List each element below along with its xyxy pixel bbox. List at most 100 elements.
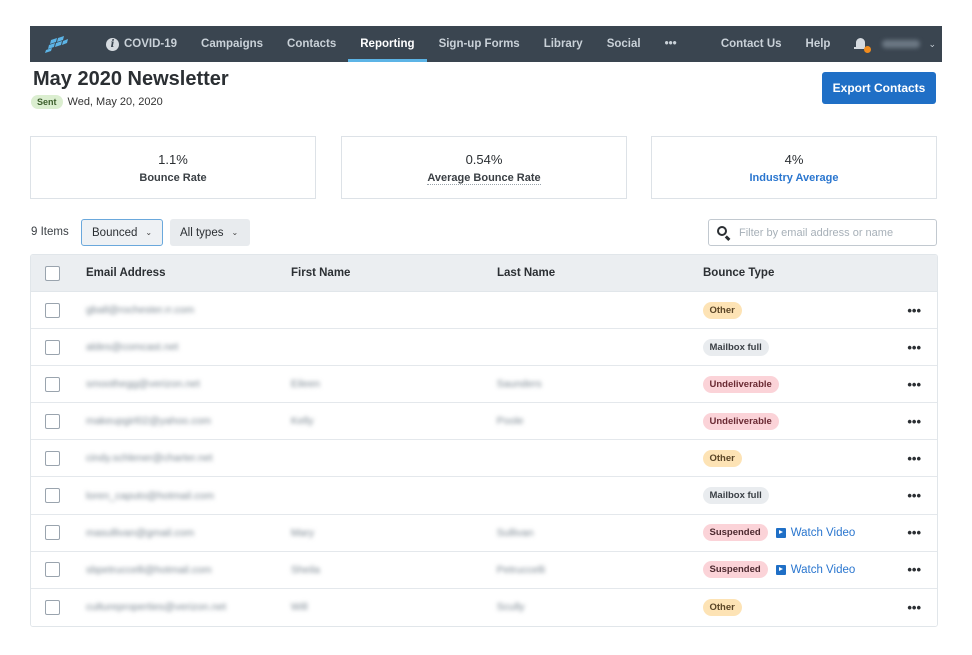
email-address[interactable]: gball@rochester.rr.com: [86, 304, 194, 316]
more-actions-button[interactable]: •••: [907, 600, 937, 615]
email-address[interactable]: cultureproperties@verizon.net: [86, 601, 226, 613]
search-icon: [717, 225, 731, 241]
table-body: gball@rochester.rr.com Other ••• aldes@c…: [31, 292, 937, 626]
help-link[interactable]: Help: [794, 26, 843, 62]
search-input[interactable]: [739, 226, 929, 239]
chevron-down-icon: ⌄: [231, 228, 239, 237]
type-filter-dropdown[interactable]: All types ⌄: [170, 219, 250, 246]
email-address[interactable]: cindy.schlener@charter.net: [86, 452, 213, 464]
last-name: Poole: [496, 415, 524, 428]
more-actions-button[interactable]: •••: [907, 488, 937, 503]
search-box: [708, 219, 937, 246]
more-actions-button[interactable]: •••: [907, 340, 937, 355]
column-header-first-name[interactable]: First Name: [291, 267, 497, 279]
stat-value: 1.1%: [158, 152, 188, 167]
table-row: smoothegg@verizon.net Eileen Saunders Un…: [31, 366, 937, 404]
row-checkbox[interactable]: [45, 413, 60, 429]
row-checkbox[interactable]: [45, 302, 60, 318]
nav-item-signup-forms[interactable]: Sign-up Forms: [427, 26, 532, 62]
watch-video-label: Watch Video: [790, 563, 856, 576]
bounce-type-badge: Mailbox full: [702, 338, 769, 356]
email-address[interactable]: sbpetruccelli@hotmail.com: [86, 564, 212, 576]
export-contacts-button[interactable]: Export Contacts: [822, 72, 936, 104]
status-badge: Sent: [31, 95, 63, 109]
nav-item-social[interactable]: Social: [595, 26, 653, 62]
email-address[interactable]: smoothegg@verizon.net: [86, 378, 200, 390]
stat-label[interactable]: Average Bounce Rate: [342, 172, 626, 185]
stat-card-bounce-rate: 1.1% Bounce Rate: [30, 136, 316, 199]
play-video-icon: [775, 527, 786, 538]
email-address[interactable]: makeupgirl02@yahoo.com: [86, 415, 211, 427]
constant-contact-logo[interactable]: [38, 26, 74, 62]
items-count: 9 Items: [31, 226, 69, 238]
column-header-email[interactable]: Email Address: [86, 267, 291, 279]
table-header: Email Address First Name Last Name Bounc…: [31, 255, 937, 292]
first-name: Will: [290, 601, 308, 614]
nav-item-contacts[interactable]: Contacts: [275, 26, 348, 62]
industry-average-link[interactable]: Industry Average: [652, 172, 936, 184]
play-video-icon: [775, 564, 786, 575]
last-name: Saunders: [496, 378, 542, 391]
more-actions-button[interactable]: •••: [907, 562, 937, 577]
row-checkbox[interactable]: [45, 562, 60, 578]
row-checkbox[interactable]: [45, 376, 60, 392]
row-checkbox[interactable]: [45, 525, 60, 541]
send-date: Wed, May 20, 2020: [67, 96, 163, 108]
row-checkbox[interactable]: [45, 599, 60, 615]
select-all-checkbox[interactable]: [45, 265, 60, 281]
first-name: Eileen: [290, 378, 321, 391]
watch-video-link[interactable]: Watch Video: [775, 526, 856, 539]
stat-label: Bounce Rate: [139, 172, 207, 184]
row-checkbox[interactable]: [45, 339, 60, 355]
bell-icon[interactable]: [854, 36, 872, 53]
email-address[interactable]: loren_caputo@hotmail.com: [86, 490, 214, 502]
email-address[interactable]: masullivan@gmail.com: [86, 527, 194, 539]
last-name: Scully: [496, 601, 525, 614]
campaign-status-row: Sent Wed, May 20, 2020: [31, 95, 163, 109]
stat-card-average-bounce-rate: 0.54% Average Bounce Rate: [341, 136, 627, 199]
bounced-contacts-table: Email Address First Name Last Name Bounc…: [30, 254, 938, 627]
bounce-type-badge: Other: [702, 449, 742, 467]
bounce-type-badge: Suspended: [702, 561, 768, 579]
table-row: cultureproperties@verizon.net Will Scull…: [31, 588, 937, 626]
bounce-type-badge: Other: [702, 301, 742, 319]
nav-item-more[interactable]: •••: [653, 26, 689, 62]
column-header-last-name[interactable]: Last Name: [497, 267, 703, 279]
bounce-type-badge: Suspended: [702, 524, 768, 542]
bounce-type-badge: Other: [702, 598, 742, 616]
bounce-type-badge: Mailbox full: [702, 487, 769, 505]
nav-item-reporting[interactable]: Reporting: [348, 26, 427, 62]
more-actions-button[interactable]: •••: [907, 303, 937, 318]
stat-card-industry-average: 4% Industry Average: [651, 136, 937, 199]
user-name[interactable]: [882, 40, 921, 48]
stat-value: 4%: [784, 152, 804, 167]
table-row: aldes@comcast.net Mailbox full •••: [31, 329, 937, 367]
more-actions-button[interactable]: •••: [907, 414, 937, 429]
row-checkbox[interactable]: [45, 488, 60, 504]
more-actions-button[interactable]: •••: [907, 525, 937, 540]
chevron-down-icon[interactable]: ⌄: [928, 39, 936, 50]
notification-dot: [864, 46, 872, 53]
watch-video-label: Watch Video: [790, 526, 856, 539]
top-nav: i COVID-19 Campaigns Contacts Reporting …: [30, 26, 942, 62]
contact-us-link[interactable]: Contact Us: [709, 26, 794, 62]
table-row: makeupgirl02@yahoo.com Kelly Poole Undel…: [31, 403, 937, 441]
more-actions-button[interactable]: •••: [907, 451, 937, 466]
table-row: gball@rochester.rr.com Other •••: [31, 292, 937, 330]
bounce-type-badge: Undeliverable: [702, 412, 779, 430]
nav-item-covid19[interactable]: i COVID-19: [94, 26, 189, 62]
last-name: Sullivan: [496, 526, 534, 539]
bounce-type-badge: Undeliverable: [702, 375, 779, 393]
nav-item-library[interactable]: Library: [532, 26, 595, 62]
nav-item-campaigns[interactable]: Campaigns: [189, 26, 275, 62]
last-name: Petruccelli: [496, 563, 546, 576]
table-row: sbpetruccelli@hotmail.com Sheila Petrucc…: [31, 551, 937, 589]
column-header-bounce-type[interactable]: Bounce Type: [703, 267, 908, 279]
first-name: Sheila: [290, 563, 321, 576]
email-address[interactable]: aldes@comcast.net: [86, 341, 178, 353]
more-actions-button[interactable]: •••: [907, 377, 937, 392]
table-row: cindy.schlener@charter.net Other •••: [31, 440, 937, 478]
row-checkbox[interactable]: [45, 450, 60, 466]
status-filter-dropdown[interactable]: Bounced ⌄: [81, 219, 163, 246]
watch-video-link[interactable]: Watch Video: [775, 563, 856, 576]
